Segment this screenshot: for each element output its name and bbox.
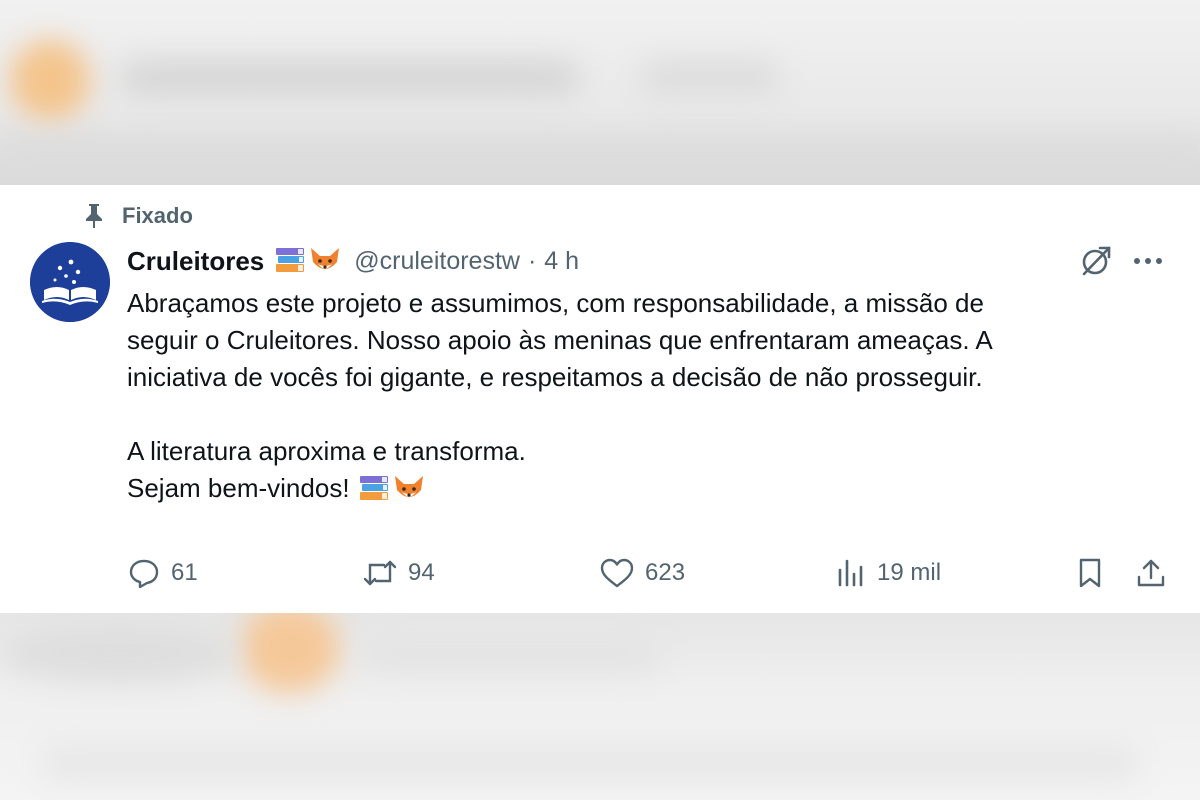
pin-icon (80, 202, 108, 230)
bookmark-button[interactable] (1075, 553, 1105, 593)
fox-emoji (394, 475, 423, 497)
blurred-text (0, 623, 240, 683)
blurred-next-post (0, 613, 1200, 800)
tweet-text-line-last: Sejam bem-vindos! (127, 470, 1177, 507)
tweet-text-line: Abraçamos este projeto e assumimos, com … (127, 288, 984, 318)
tweet-text-segment: Sejam bem-vindos! (127, 473, 350, 503)
separator: · (527, 246, 537, 275)
pinned-indicator: Fixado (80, 202, 193, 230)
blurred-text (360, 633, 660, 673)
name-emojis (274, 246, 342, 276)
blurred-previous-post (0, 0, 1200, 185)
tweet-header: Cruleitores @cruleitorestw · 4 h (127, 243, 579, 279)
share-button[interactable] (1134, 553, 1168, 593)
repost-count: 94 (408, 559, 435, 586)
fox-emoji (311, 248, 340, 269)
blurred-text (40, 743, 1140, 783)
blurred-band (0, 140, 1200, 180)
share-icon (1137, 559, 1165, 587)
blurred-avatar (10, 40, 90, 120)
pinned-label: Fixado (122, 203, 193, 228)
books-emoji (359, 475, 388, 500)
like-count: 623 (645, 559, 686, 586)
reply-count: 61 (171, 559, 198, 586)
like-button[interactable]: 623 (599, 553, 685, 593)
display-name[interactable]: Cruleitores (127, 246, 264, 277)
grok-icon[interactable] (1078, 243, 1114, 279)
tweet-text-line: iniciativa de vocês foi gigante, e respe… (127, 362, 983, 392)
avatar[interactable] (30, 242, 110, 322)
tweet-text: Abraçamos este projeto e assumimos, com … (127, 285, 1177, 507)
blurred-text (640, 60, 780, 96)
handle[interactable]: @cruleitorestw (354, 247, 520, 276)
blurred-avatar (240, 613, 340, 693)
pinned-tweet[interactable]: Fixado Cruleitores @cruleitorestw · 4 h … (0, 185, 1200, 613)
reply-button[interactable]: 61 (127, 553, 198, 593)
action-bar: 61 94 623 19 mil (127, 553, 1172, 593)
views-button[interactable]: 19 mil (835, 553, 941, 593)
timestamp[interactable]: 4 h (544, 247, 579, 276)
more-icon[interactable] (1130, 243, 1166, 279)
view-count: 19 mil (877, 559, 942, 586)
repost-icon (363, 560, 397, 586)
repost-button[interactable]: 94 (362, 553, 435, 593)
tweet-text-line: seguir o Cruleitores. Nosso apoio às men… (127, 325, 993, 355)
like-icon (600, 558, 634, 588)
reply-icon (129, 559, 159, 589)
books-emoji (276, 248, 305, 272)
cruleitores-logo (30, 242, 110, 322)
bookmark-icon (1079, 558, 1101, 588)
views-icon (838, 559, 863, 587)
text-emojis (358, 474, 426, 504)
blurred-text (120, 60, 580, 96)
tweet-text-line: A literatura aproxima e transforma. (127, 436, 526, 466)
